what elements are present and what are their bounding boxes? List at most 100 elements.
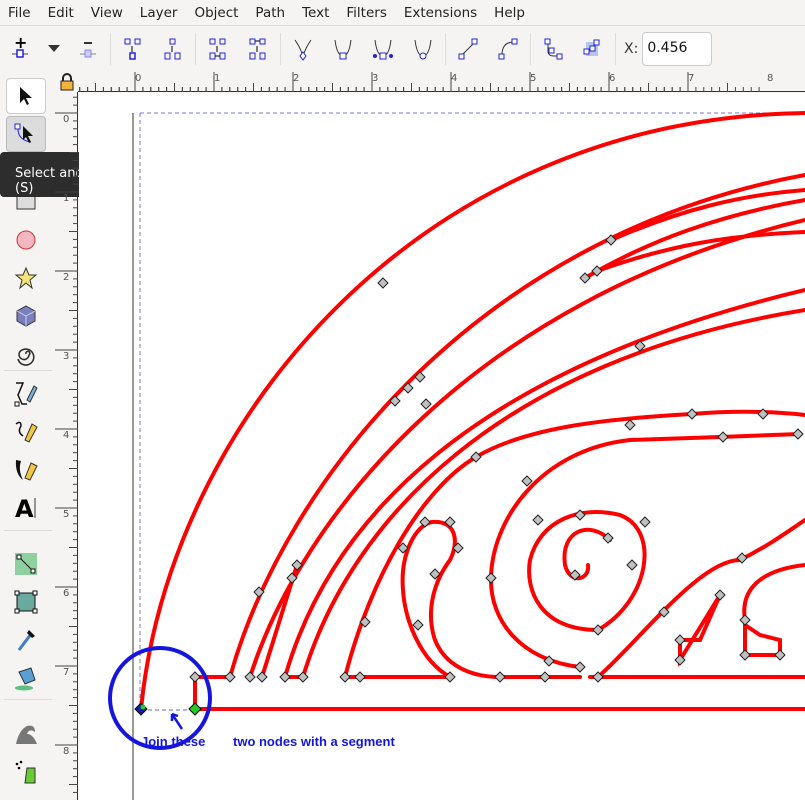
make-smooth-button[interactable] bbox=[323, 29, 363, 69]
ruler-label: 0 bbox=[135, 73, 142, 84]
menu-edit[interactable]: Edit bbox=[40, 5, 83, 21]
mesh-tool[interactable] bbox=[6, 584, 46, 620]
ruler-label: 8 bbox=[767, 73, 774, 84]
annotation-label-segment: two nodes with a segment bbox=[233, 734, 395, 749]
menu-bar: File Edit View Layer Object Path Text Fi… bbox=[0, 0, 805, 25]
path-node[interactable] bbox=[739, 649, 751, 661]
path-node[interactable] bbox=[412, 619, 424, 631]
annotation-label-join: Join these bbox=[141, 734, 206, 749]
ruler-label: 4 bbox=[451, 73, 458, 84]
spiral-tool[interactable] bbox=[6, 336, 46, 372]
ruler-label: 6 bbox=[609, 73, 616, 84]
path-node[interactable] bbox=[256, 671, 268, 683]
make-curve-button[interactable] bbox=[488, 29, 528, 69]
ruler-label: 7 bbox=[688, 73, 695, 84]
path-node[interactable] bbox=[297, 671, 309, 683]
path-node[interactable] bbox=[189, 671, 201, 683]
pencil-tool[interactable] bbox=[6, 414, 46, 450]
path-node[interactable] bbox=[717, 431, 729, 443]
path-node[interactable] bbox=[674, 634, 686, 646]
menu-object[interactable]: Object bbox=[186, 5, 247, 21]
ruler-label: 8 bbox=[63, 746, 70, 757]
menu-path[interactable]: Path bbox=[247, 5, 294, 21]
menu-text[interactable]: Text bbox=[294, 5, 338, 21]
ruler-label: 6 bbox=[63, 588, 70, 599]
calligraphy-tool[interactable] bbox=[6, 452, 46, 488]
ruler-label: 5 bbox=[530, 73, 537, 84]
paint-bucket-tool[interactable] bbox=[6, 660, 46, 696]
menu-extensions[interactable]: Extensions bbox=[396, 5, 486, 21]
menu-view[interactable]: View bbox=[83, 5, 132, 21]
path-node[interactable] bbox=[339, 671, 351, 683]
drawing-canvas[interactable] bbox=[79, 93, 805, 800]
path-node[interactable] bbox=[774, 649, 786, 661]
path-node[interactable] bbox=[244, 671, 256, 683]
path-node[interactable] bbox=[539, 671, 551, 683]
x-coordinate-input[interactable]: 0.456 bbox=[642, 32, 713, 66]
red-paths bbox=[139, 111, 805, 711]
make-cusp-button[interactable] bbox=[283, 29, 323, 69]
ruler-label: 2 bbox=[293, 73, 300, 84]
ruler-label: 1 bbox=[214, 73, 221, 84]
circle-tool[interactable] bbox=[6, 222, 46, 258]
path-node[interactable] bbox=[686, 408, 698, 420]
x-coordinate-label: X: bbox=[624, 41, 639, 57]
ruler-label: 1 bbox=[63, 193, 70, 204]
path-node[interactable] bbox=[792, 428, 804, 440]
object-to-path-button[interactable] bbox=[533, 29, 573, 69]
path-node[interactable] bbox=[574, 661, 586, 673]
svg-text:A: A bbox=[15, 495, 34, 522]
star-tool[interactable] bbox=[6, 260, 46, 296]
ruler-label: 2 bbox=[63, 272, 70, 283]
path-node[interactable] bbox=[494, 671, 506, 683]
make-symmetric-button[interactable] bbox=[363, 29, 403, 69]
path-node[interactable] bbox=[626, 559, 638, 571]
path-node[interactable] bbox=[354, 671, 366, 683]
3d-box-tool[interactable] bbox=[6, 298, 46, 334]
pen-tool[interactable] bbox=[6, 376, 46, 412]
path-node[interactable] bbox=[420, 398, 432, 410]
ruler-label: 7 bbox=[63, 667, 70, 678]
join-nodes-button[interactable] bbox=[113, 29, 153, 69]
ruler-label: 3 bbox=[63, 351, 70, 362]
make-line-button[interactable] bbox=[448, 29, 488, 69]
ruler-label: 5 bbox=[63, 509, 70, 520]
lock-icon[interactable] bbox=[56, 72, 78, 92]
tweak-tool[interactable] bbox=[6, 716, 46, 752]
stroke-to-path-button[interactable] bbox=[573, 29, 613, 69]
path-node[interactable] bbox=[532, 514, 544, 526]
menu-file[interactable]: File bbox=[0, 5, 40, 21]
insert-node-dropdown[interactable] bbox=[40, 29, 68, 69]
text-tool[interactable]: A bbox=[6, 490, 46, 526]
selected-node-end bbox=[188, 702, 202, 716]
menu-layer[interactable]: Layer bbox=[132, 5, 187, 21]
ruler-label: 4 bbox=[63, 430, 70, 441]
delete-node-button[interactable] bbox=[68, 29, 108, 69]
spray-tool[interactable] bbox=[6, 754, 46, 790]
gradient-tool[interactable] bbox=[6, 546, 46, 582]
path-node[interactable] bbox=[279, 671, 291, 683]
selected-node-start bbox=[134, 702, 148, 716]
path-node[interactable] bbox=[224, 671, 236, 683]
insert-node-button[interactable]: + bbox=[0, 29, 40, 69]
path-node[interactable] bbox=[624, 419, 636, 431]
node-tool-controls: + X: 0.456 bbox=[0, 25, 805, 72]
annotation-arrow bbox=[170, 712, 184, 730]
path-node[interactable] bbox=[739, 614, 751, 626]
ruler-label: 3 bbox=[372, 73, 379, 84]
delete-segment-button[interactable] bbox=[238, 29, 278, 69]
vertical-ruler[interactable]: 0 1 2 3 4 5 6 7 8 bbox=[55, 92, 78, 800]
menu-filters[interactable]: Filters bbox=[338, 5, 395, 21]
selector-tool[interactable] bbox=[6, 78, 46, 114]
path-node[interactable] bbox=[377, 277, 389, 289]
break-path-button[interactable] bbox=[153, 29, 193, 69]
node-tool[interactable] bbox=[6, 116, 46, 152]
make-auto-smooth-button[interactable] bbox=[403, 29, 443, 69]
dropper-tool[interactable] bbox=[6, 622, 46, 658]
path-node[interactable] bbox=[639, 516, 651, 528]
ruler-label: 0 bbox=[63, 114, 70, 125]
horizontal-ruler[interactable]: 0 1 2 3 4 5 6 7 8 bbox=[78, 72, 805, 92]
menu-help[interactable]: Help bbox=[486, 5, 534, 21]
join-segment-button[interactable] bbox=[198, 29, 238, 69]
path-node[interactable] bbox=[485, 572, 497, 584]
